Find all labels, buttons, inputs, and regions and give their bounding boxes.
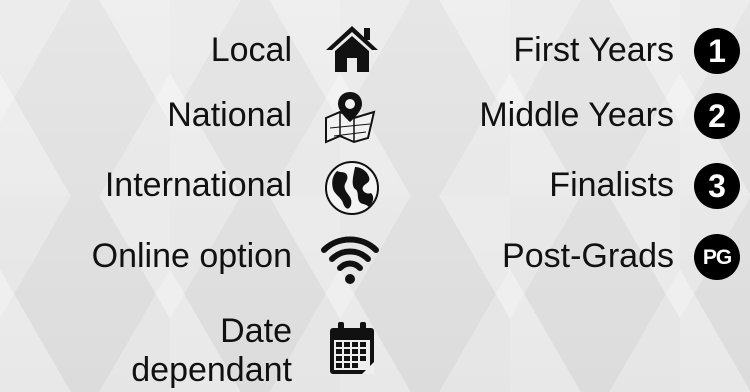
international-label: International xyxy=(104,166,292,204)
map-pin-icon xyxy=(320,88,380,148)
national-label: National xyxy=(167,96,292,134)
first-years-label: First Years xyxy=(513,31,674,69)
finalists-label: Finalists xyxy=(549,166,674,204)
date-dependant-label-line2: dependant xyxy=(131,351,292,389)
middle-years-label: Middle Years xyxy=(479,96,674,134)
globe-icon xyxy=(322,158,382,218)
date-dependant-label-line1: Date xyxy=(220,312,292,350)
badge-2-icon: 2 xyxy=(694,93,740,139)
badge-3-icon: 3 xyxy=(694,163,740,209)
badge-1-icon: 1 xyxy=(694,28,740,74)
post-grads-label: Post-Grads xyxy=(502,237,674,275)
wifi-icon xyxy=(320,228,380,288)
calendar-icon xyxy=(322,318,382,378)
local-label: Local xyxy=(210,31,292,69)
online-option-label: Online option xyxy=(91,237,292,275)
badge-pg-icon: PG xyxy=(694,234,740,280)
home-icon xyxy=(322,18,382,78)
